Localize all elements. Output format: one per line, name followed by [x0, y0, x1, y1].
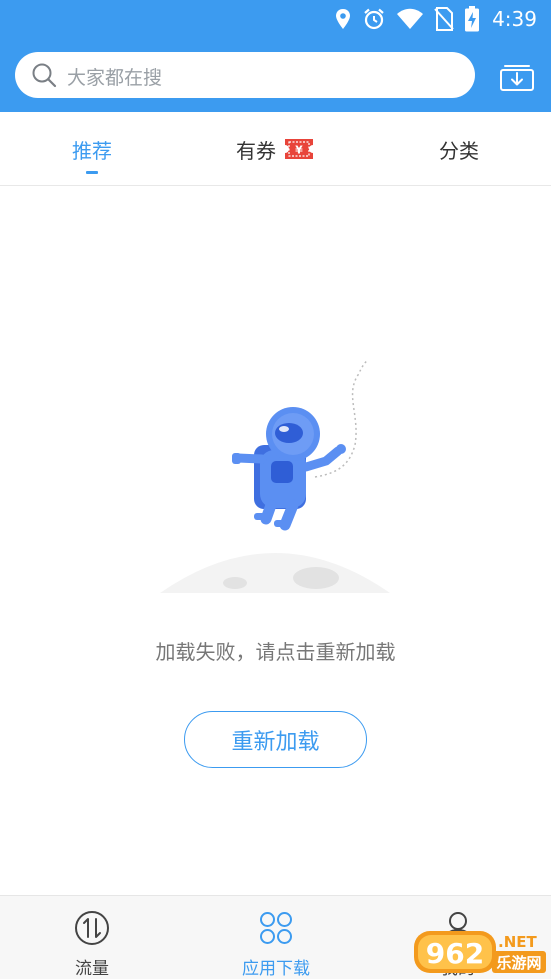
coupon-icon: ¥: [285, 139, 313, 159]
watermark-text: 乐游网: [496, 954, 541, 972]
search-placeholder: 大家都在搜: [67, 67, 163, 89]
reload-button[interactable]: 重新加载: [184, 711, 367, 768]
load-error-message: 加载失败，请点击重新加载: [155, 640, 396, 664]
astronaut-on-moon-illustration: [160, 359, 390, 593]
nav-item-traffic[interactable]: 流量: [32, 896, 152, 979]
tab-coupon[interactable]: 有券 ¥: [215, 112, 335, 186]
wifi-icon: [397, 8, 424, 29]
tab-category[interactable]: 分类: [409, 112, 509, 186]
tab-category-label: 分类: [439, 138, 479, 163]
coupon-symbol: ¥: [295, 144, 303, 157]
tab-recommend[interactable]: 推荐: [42, 112, 142, 186]
tab-recommend-label: 推荐: [72, 138, 112, 163]
app-download-icon: [260, 912, 292, 944]
search-input[interactable]: 大家都在搜: [15, 52, 475, 98]
reload-button-label: 重新加载: [231, 729, 320, 755]
active-tab-indicator: [86, 171, 98, 174]
app-header: 4:39 大家都在搜: [0, 0, 551, 112]
status-bar: 4:39: [0, 0, 551, 40]
download-manager-icon[interactable]: [499, 60, 535, 92]
traffic-icon: [75, 911, 109, 945]
site-watermark-logo: 962 .NET 乐游网: [414, 931, 546, 973]
watermark-suffix: .NET: [498, 933, 537, 951]
no-sim-icon: [434, 7, 454, 31]
tab-bar: 推荐 有券 ¥ 分类: [0, 112, 551, 186]
battery-charging-icon: [465, 6, 480, 32]
alarm-icon: [364, 8, 384, 30]
app-screen: 4:39 大家都在搜 推荐 有券 ¥ 分类 加载失败，请点击重新加载 重新加载 …: [0, 0, 551, 979]
nav-item-app-download[interactable]: 应用下载: [216, 896, 336, 979]
tab-coupon-label: 有券: [236, 138, 276, 163]
status-icons: 4:39: [334, 6, 537, 32]
location-icon: [336, 9, 351, 29]
watermark-logo-number: 962: [426, 937, 484, 970]
status-time: 4:39: [492, 7, 537, 31]
nav-label-traffic: 流量: [75, 959, 109, 979]
search-icon: [32, 63, 57, 88]
nav-label-app-download: 应用下载: [242, 959, 310, 979]
